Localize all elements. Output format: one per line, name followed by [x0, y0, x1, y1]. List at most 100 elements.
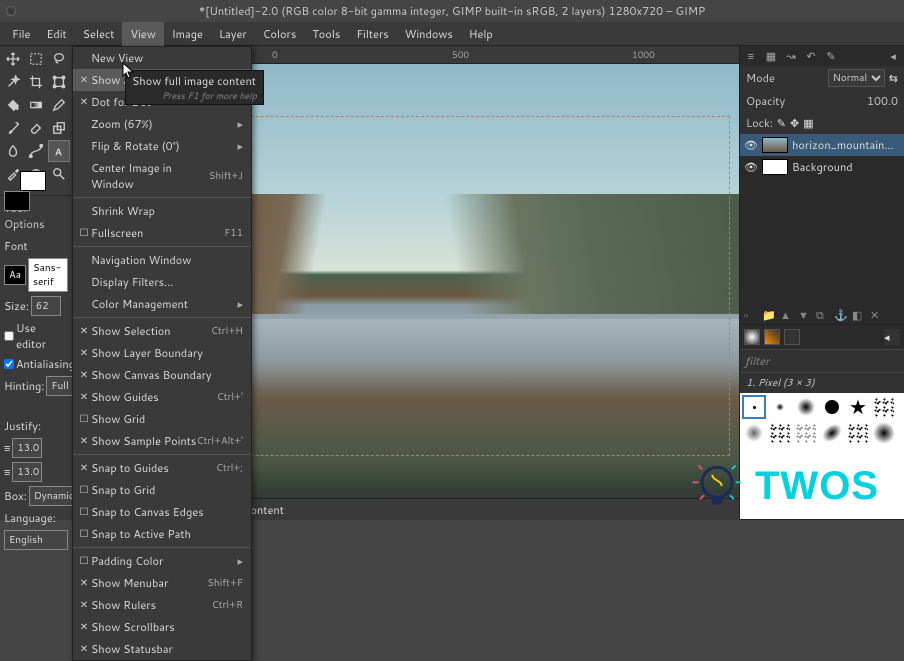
panel-menu-icon[interactable]: ◂ [886, 49, 900, 63]
use-editor-checkbox[interactable] [4, 331, 14, 341]
menu-item-new-view[interactable]: New View [73, 47, 251, 69]
gradient-tab-icon[interactable] [784, 329, 800, 345]
menu-item-fullscreen[interactable]: ☐FullscreenF11 [73, 222, 251, 244]
menu-windows[interactable]: Windows [397, 22, 461, 46]
menu-item-show-scrollbars[interactable]: ✕Show Scrollbars [73, 616, 251, 638]
line-spacing-field[interactable]: 13.0 [12, 438, 42, 458]
menu-item-show-rulers[interactable]: ✕Show RulersCtrl+R [73, 594, 251, 616]
antialias-checkbox[interactable] [4, 359, 14, 369]
letter-spacing-field[interactable]: 13.0 [12, 462, 42, 482]
font-preview[interactable]: Aa [4, 265, 26, 285]
zoom-tool-icon[interactable] [48, 163, 70, 185]
brush-item[interactable] [820, 395, 844, 419]
menu-item-flip-rotate[interactable]: Flip & Rotate (0°)▸ [73, 135, 251, 157]
lower-layer-icon[interactable]: ▼ [798, 307, 812, 321]
layer-name[interactable]: horizon_mountain… [792, 137, 894, 153]
font-name-field[interactable]: Sans-serif [28, 258, 68, 292]
menu-item-color-mgmt[interactable]: Color Management▸ [73, 293, 251, 315]
paths-tab-icon[interactable]: ↝ [784, 49, 798, 63]
menu-item-show-sample-points[interactable]: ✕Show Sample PointsCtrl+Alt+' [73, 430, 251, 452]
brush-item[interactable] [768, 421, 792, 445]
eraser-tool-icon[interactable] [25, 117, 47, 139]
menu-item-snap-grid[interactable]: ☐Snap to Grid [73, 479, 251, 501]
pattern-tab-icon[interactable] [764, 329, 780, 345]
menu-select[interactable]: Select [75, 22, 123, 46]
brush-item[interactable] [820, 421, 844, 445]
menu-item-show-canvas-boundary[interactable]: ✕Show Canvas Boundary [73, 364, 251, 386]
menu-filters[interactable]: Filters [348, 22, 396, 46]
clone-tool-icon[interactable] [48, 117, 70, 139]
wand-tool-icon[interactable] [2, 71, 24, 93]
move-tool-icon[interactable] [2, 48, 24, 70]
duplicate-layer-icon[interactable]: ⧉ [816, 307, 830, 321]
pencil-tool-icon[interactable] [48, 94, 70, 116]
brush-tab-icon[interactable]: ✎ [824, 49, 838, 63]
menu-item-padding-color[interactable]: ☐Padding Color▸ [73, 550, 251, 572]
rect-select-tool-icon[interactable] [25, 48, 47, 70]
panel-menu-icon[interactable]: ◂ [884, 329, 900, 345]
visibility-toggle-icon[interactable]: 👁 [744, 137, 758, 153]
layers-tab-icon[interactable]: ≡ [744, 49, 758, 63]
layer-name[interactable]: Background [792, 159, 853, 175]
menu-item-center-image[interactable]: Center Image in WindowShift+J [73, 157, 251, 195]
bucket-tool-icon[interactable] [2, 94, 24, 116]
menu-item-show-grid[interactable]: ☐Show Grid [73, 408, 251, 430]
delete-layer-icon[interactable]: ✕ [870, 307, 884, 321]
brush-item[interactable] [872, 395, 896, 419]
layer-group-icon[interactable]: 📁 [762, 307, 776, 321]
text-tool-icon[interactable]: A [48, 140, 70, 162]
layer-row[interactable]: 👁 Background [740, 156, 904, 178]
menu-layer[interactable]: Layer [211, 22, 255, 46]
blend-mode-select[interactable]: Normal [828, 69, 885, 87]
window-control-icon[interactable] [6, 6, 16, 16]
menu-item-shrink-wrap[interactable]: Shrink Wrap [73, 200, 251, 222]
visibility-toggle-icon[interactable]: 👁 [744, 159, 758, 175]
smudge-tool-icon[interactable] [2, 140, 24, 162]
lasso-tool-icon[interactable] [48, 48, 70, 70]
brush-filter-input[interactable]: filter [740, 349, 904, 373]
channels-tab-icon[interactable]: ▦ [764, 49, 778, 63]
menu-tools[interactable]: Tools [304, 22, 348, 46]
brush-tab-icon[interactable] [744, 329, 760, 345]
brush-item[interactable] [846, 421, 870, 445]
bg-color-swatch[interactable] [20, 171, 46, 191]
brush-item[interactable] [768, 395, 792, 419]
transform-tool-icon[interactable] [48, 71, 70, 93]
brush-item[interactable] [794, 395, 818, 419]
layer-row[interactable]: 👁 horizon_mountain… [740, 134, 904, 156]
fg-color-swatch[interactable] [4, 191, 30, 211]
hinting-field[interactable]: Full [46, 376, 73, 396]
merge-layer-icon[interactable]: ⚓ [834, 307, 848, 321]
menu-item-zoom[interactable]: Zoom (67%)▸ [73, 113, 251, 135]
gradient-tool-icon[interactable] [25, 94, 47, 116]
brush-item[interactable] [794, 421, 818, 445]
lock-pixels-icon[interactable]: ✎ [777, 115, 786, 131]
mask-layer-icon[interactable]: ◧ [852, 307, 866, 321]
language-field[interactable]: English [4, 530, 68, 550]
crop-tool-icon[interactable] [25, 71, 47, 93]
menu-help[interactable]: Help [461, 22, 501, 46]
menu-item-show-guides[interactable]: ✕Show GuidesCtrl+' [73, 386, 251, 408]
path-tool-icon[interactable] [25, 140, 47, 162]
brush-item[interactable] [872, 421, 896, 445]
menu-image[interactable]: Image [164, 22, 211, 46]
menu-view[interactable]: View [122, 22, 163, 46]
size-field[interactable]: 62 [31, 296, 61, 316]
lock-position-icon[interactable]: ✥ [790, 115, 799, 131]
lock-alpha-icon[interactable]: ▦ [803, 115, 813, 131]
brush-tool-icon[interactable] [2, 117, 24, 139]
menu-item-snap-active[interactable]: ☐Snap to Active Path [73, 523, 251, 545]
menu-item-show-statusbar[interactable]: ✕Show Statusbar [73, 638, 251, 660]
menu-file[interactable]: File [4, 22, 38, 46]
menu-item-nav-window[interactable]: Navigation Window [73, 249, 251, 271]
opacity-value[interactable]: 100.0 [867, 93, 898, 109]
menu-colors[interactable]: Colors [255, 22, 305, 46]
mode-switch-icon[interactable]: ⇆ [889, 70, 898, 86]
menu-item-snap-guides[interactable]: ✕Snap to GuidesCtrl+; [73, 457, 251, 479]
brush-item[interactable] [742, 395, 766, 419]
menu-edit[interactable]: Edit [38, 22, 74, 46]
menu-item-display-filters[interactable]: Display Filters… [73, 271, 251, 293]
menu-item-show-layer-boundary[interactable]: ✕Show Layer Boundary [73, 342, 251, 364]
menu-item-show-menubar[interactable]: ✕Show MenubarShift+F [73, 572, 251, 594]
menu-item-show-selection[interactable]: ✕Show SelectionCtrl+H [73, 320, 251, 342]
